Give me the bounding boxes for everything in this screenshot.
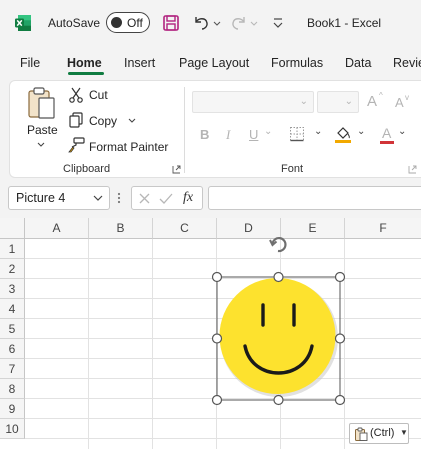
formula-input[interactable] xyxy=(208,186,421,210)
insert-function-button[interactable]: fx xyxy=(183,190,193,206)
font-group-label: Font xyxy=(281,163,304,175)
gridline xyxy=(152,239,153,449)
resize-handle[interactable] xyxy=(211,333,223,344)
tab-data[interactable]: Data xyxy=(345,56,371,70)
row-header-10[interactable]: 10 xyxy=(0,419,25,439)
title-bar: AutoSave Off Book1 - Excel xyxy=(0,0,421,46)
undo-icon[interactable] xyxy=(190,12,212,34)
tab-home[interactable]: Home xyxy=(67,56,102,70)
group-separator xyxy=(184,87,185,173)
font-launcher-icon[interactable] xyxy=(408,165,417,174)
cut-label[interactable]: Cut xyxy=(89,88,108,102)
resize-handle[interactable] xyxy=(211,394,223,406)
shrink-font-button[interactable]: A xyxy=(395,95,404,110)
column-header-f[interactable]: F xyxy=(345,218,421,239)
format-painter-icon[interactable] xyxy=(68,137,85,153)
autosave-toggle[interactable]: Off xyxy=(106,12,150,33)
smiley-face xyxy=(219,278,336,394)
tab-formulas[interactable]: Formulas xyxy=(271,56,323,70)
name-box[interactable]: Picture 4 xyxy=(8,186,110,210)
row-header-6[interactable]: 6 xyxy=(0,339,25,359)
borders-dropdown-icon[interactable]: ⌄ xyxy=(314,126,322,137)
format-painter-label[interactable]: Format Painter xyxy=(89,140,168,154)
bold-button[interactable]: B xyxy=(200,127,209,142)
underline-dropdown-icon[interactable]: ⌄ xyxy=(264,126,272,137)
tab-page-layout[interactable]: Page Layout xyxy=(179,56,249,70)
clipboard-icon xyxy=(355,427,368,441)
clipboard-group-label: Clipboard xyxy=(63,163,111,175)
cancel-icon[interactable] xyxy=(138,192,151,205)
copy-label[interactable]: Copy xyxy=(89,114,117,128)
autosave-state: Off xyxy=(127,16,143,30)
font-color-button[interactable]: A xyxy=(382,125,391,141)
rotate-handle-icon[interactable] xyxy=(269,237,287,253)
fill-color-dropdown-icon[interactable]: ⌄ xyxy=(357,126,365,137)
gridline xyxy=(88,239,89,449)
enter-icon[interactable] xyxy=(159,192,173,205)
font-name-dropdown-icon: ⌄ xyxy=(299,96,308,107)
resize-handle[interactable] xyxy=(273,271,284,283)
row-header-3[interactable]: 3 xyxy=(0,279,25,299)
document-title: Book1 - Excel xyxy=(307,16,382,30)
smiley-picture[interactable] xyxy=(210,230,350,410)
customize-qat-icon[interactable] xyxy=(267,12,289,34)
resize-handle[interactable] xyxy=(334,333,346,344)
active-tab-indicator xyxy=(68,72,104,75)
font-color-dropdown-icon[interactable]: ⌄ xyxy=(398,126,406,137)
resize-handle[interactable] xyxy=(273,394,284,406)
redo-dropdown-icon[interactable] xyxy=(247,12,269,34)
resize-handle[interactable] xyxy=(334,271,346,283)
clipboard-launcher-icon[interactable] xyxy=(172,165,181,174)
row-header-2[interactable]: 2 xyxy=(0,259,25,279)
row-header-9[interactable]: 9 xyxy=(0,399,25,419)
select-all-corner[interactable] xyxy=(0,218,25,239)
paste-options-dropdown-icon: ▼ xyxy=(400,428,408,437)
tab-review[interactable]: Revie xyxy=(393,56,421,70)
row-header-5[interactable]: 5 xyxy=(0,319,25,339)
autosave-label: AutoSave xyxy=(48,16,101,30)
row-header-7[interactable]: 7 xyxy=(0,359,25,379)
name-box-dropdown-icon[interactable] xyxy=(93,194,103,202)
italic-button[interactable]: I xyxy=(226,127,230,143)
font-name-combo[interactable]: ⌄ xyxy=(192,91,314,113)
paste-options-button[interactable]: (Ctrl) ▼ xyxy=(349,423,409,444)
resize-handle[interactable] xyxy=(211,271,223,283)
shrink-font-caret: v xyxy=(405,93,409,102)
toggle-knob xyxy=(111,17,122,28)
fill-color-icon[interactable] xyxy=(334,125,352,143)
cut-icon[interactable] xyxy=(68,87,84,103)
font-color-bar xyxy=(380,141,394,144)
grow-font-button[interactable]: A xyxy=(367,93,377,110)
tab-file[interactable]: File xyxy=(20,56,40,70)
column-header-b[interactable]: B xyxy=(89,218,153,239)
row-header-4[interactable]: 4 xyxy=(0,299,25,319)
paste-label[interactable]: Paste xyxy=(27,123,58,137)
paste-options-label: (Ctrl) xyxy=(370,427,395,439)
row-header-8[interactable]: 8 xyxy=(0,379,25,399)
ribbon-tabs: File Home Insert Page Layout Formulas Da… xyxy=(0,48,421,78)
more-options-icon[interactable] xyxy=(116,191,122,205)
underline-button[interactable]: U xyxy=(249,127,258,142)
copy-icon[interactable] xyxy=(68,112,84,128)
formula-bar: Picture 4 fx xyxy=(0,180,421,216)
font-size-combo[interactable]: ⌄ xyxy=(317,91,359,113)
tab-insert[interactable]: Insert xyxy=(124,56,155,70)
formula-buttons: fx xyxy=(131,186,203,210)
name-box-value: Picture 4 xyxy=(16,191,66,205)
ribbon-home: Paste Cut Copy Format Painter Clipboard … xyxy=(9,80,421,178)
column-header-a[interactable]: A xyxy=(25,218,89,239)
column-header-c[interactable]: C xyxy=(153,218,217,239)
grow-font-caret: ^ xyxy=(379,91,383,100)
excel-logo-icon xyxy=(15,15,31,31)
paste-icon[interactable] xyxy=(26,86,58,120)
gridline xyxy=(25,418,421,419)
copy-dropdown-icon[interactable] xyxy=(127,117,137,125)
save-icon[interactable] xyxy=(160,12,182,34)
row-header-1[interactable]: 1 xyxy=(0,239,25,259)
font-size-dropdown-icon: ⌄ xyxy=(344,96,353,107)
paste-dropdown-icon[interactable] xyxy=(36,141,46,149)
resize-handle[interactable] xyxy=(334,394,346,406)
borders-icon[interactable] xyxy=(289,126,305,142)
